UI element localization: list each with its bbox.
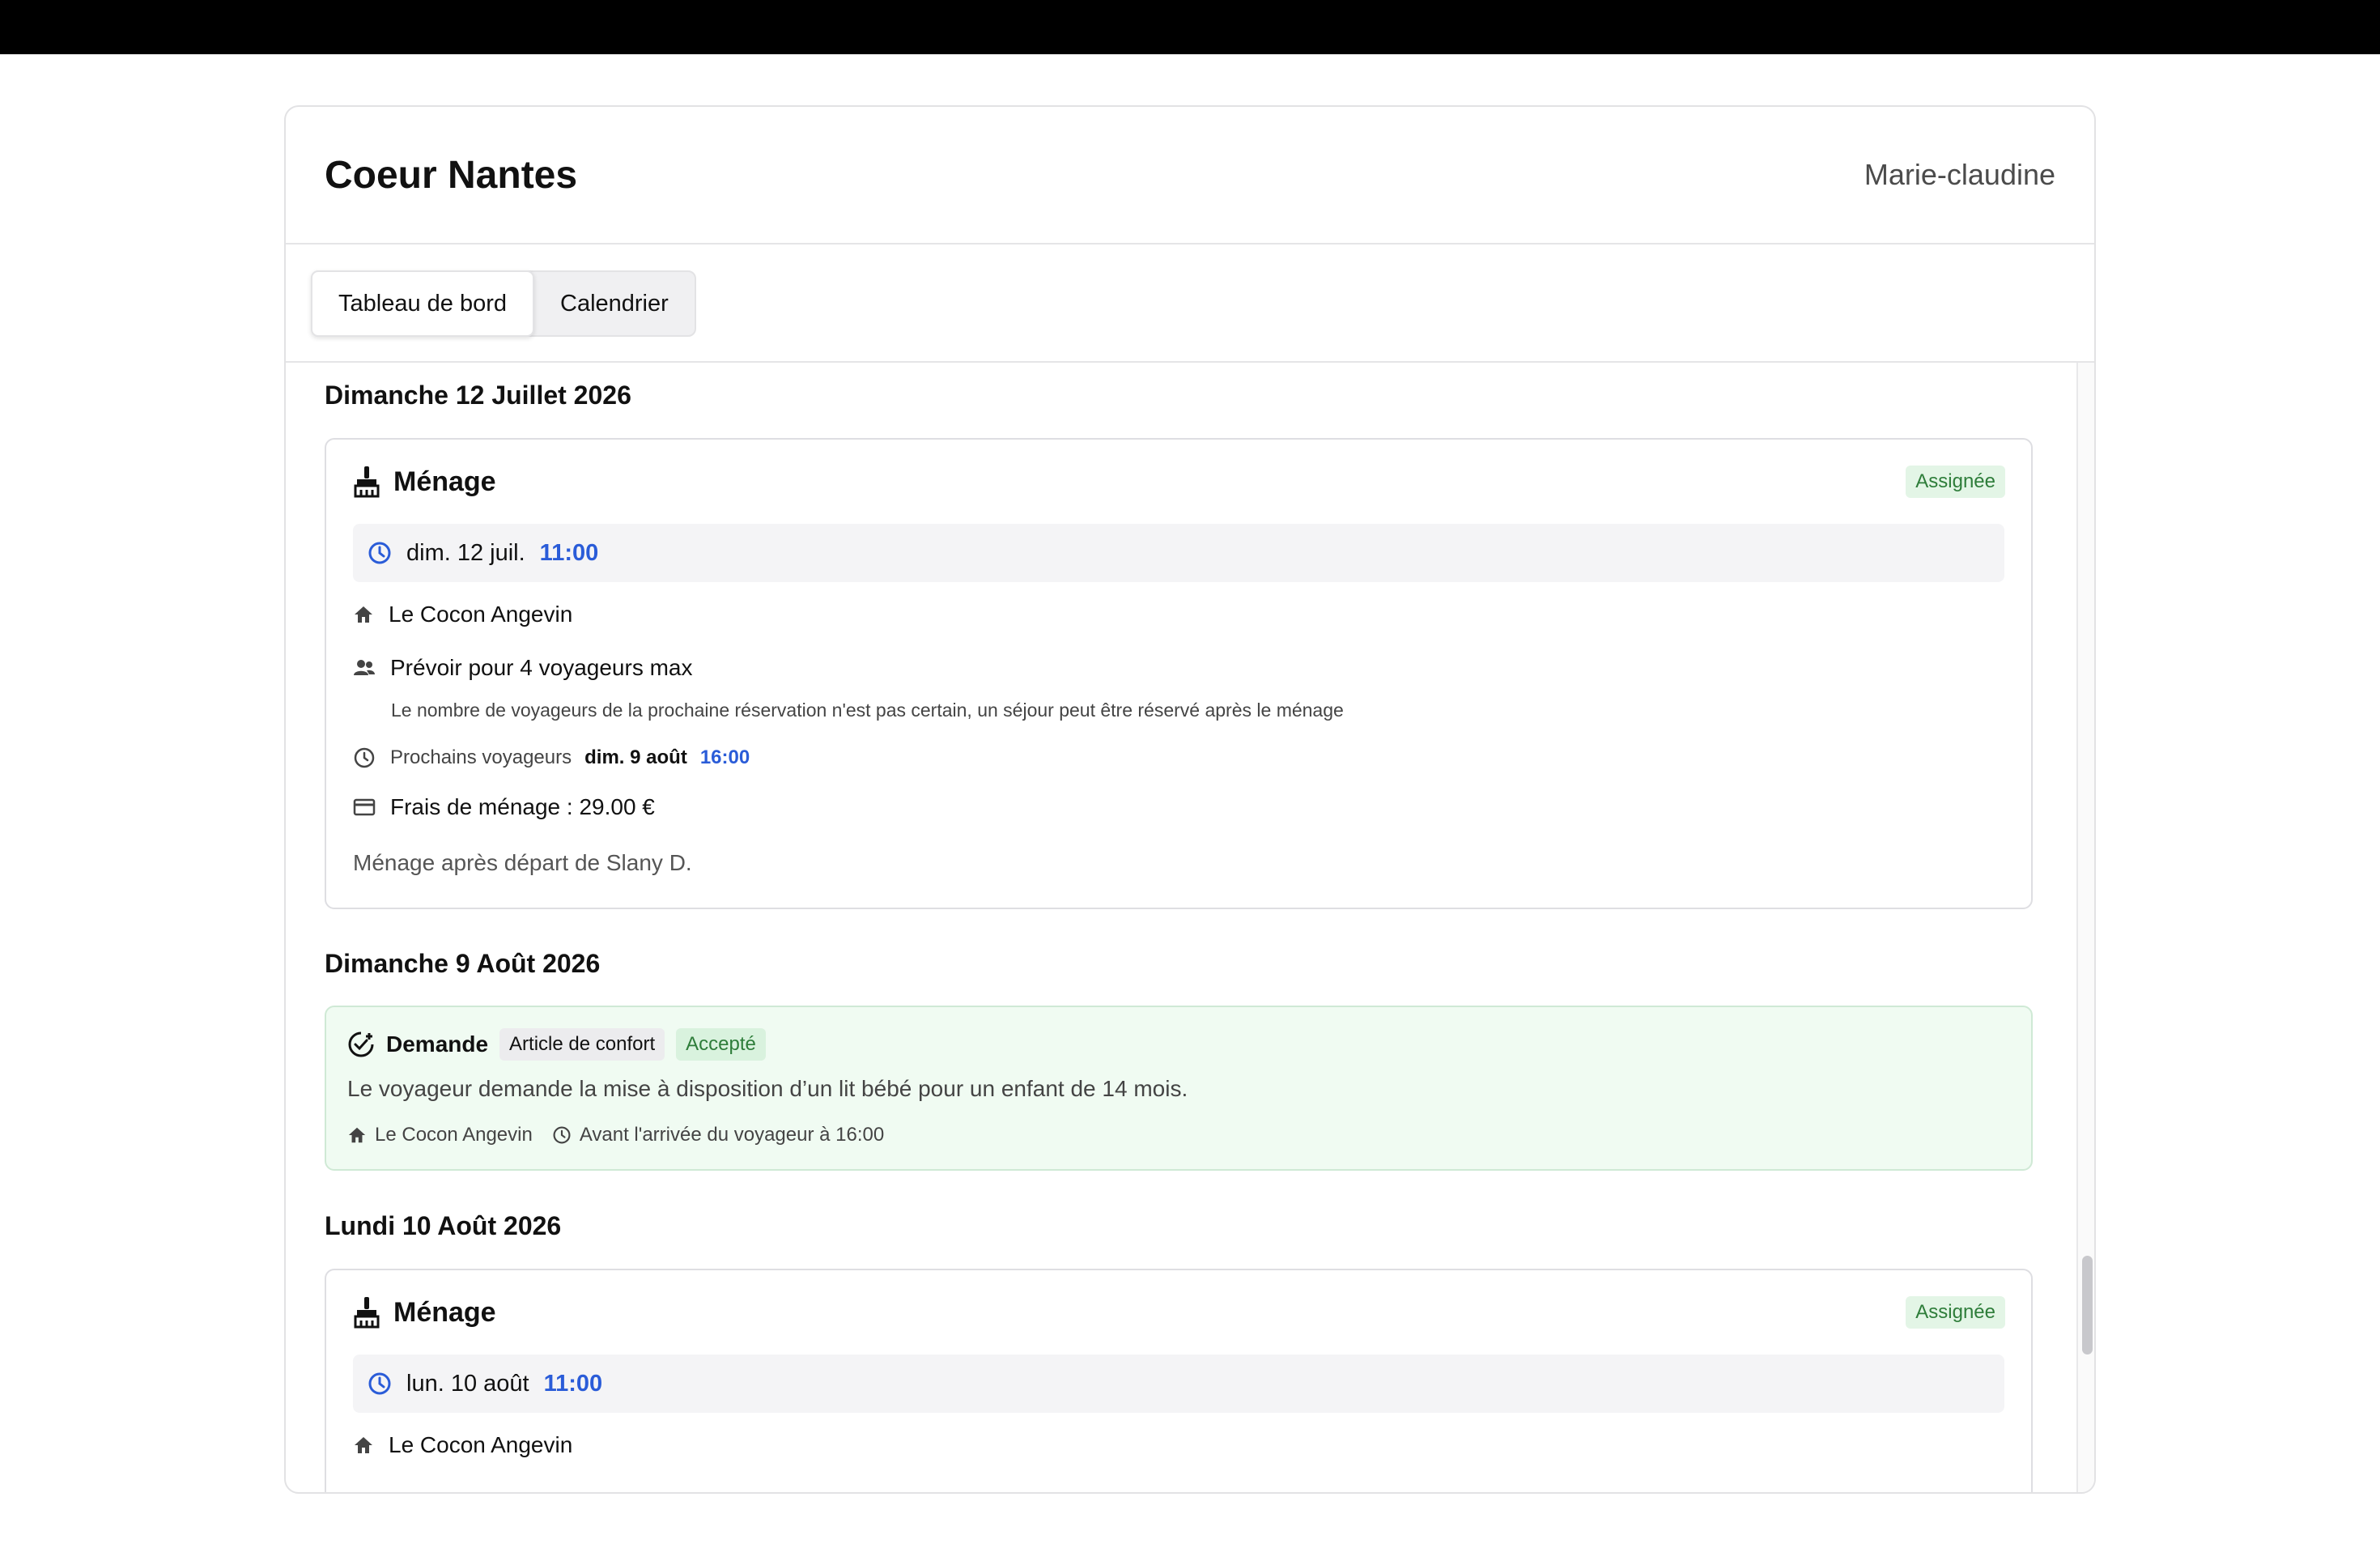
task-date: dim. 12 juil. [406, 539, 525, 566]
request-meta: Le Cocon Angevin Avant l'arrivée du voya… [347, 1124, 884, 1146]
scrollbar[interactable] [2076, 363, 2094, 1492]
status-badge: Assignée [1906, 466, 2005, 498]
task-card-cleaning[interactable]: Ménage Assignée dim. 12 juil. 11:00 Le C… [325, 438, 2033, 909]
people-icon [353, 657, 376, 678]
tabs-row: Tableau de bord Calendrier [286, 245, 2094, 363]
request-card[interactable]: Demande Article de confort Accepté Le vo… [325, 1006, 2033, 1171]
home-icon [347, 1125, 367, 1145]
request-title-row: Demande Article de confort Accepté [347, 1028, 766, 1061]
task-time-bar: dim. 12 juil. 11:00 [353, 524, 2004, 582]
property-name[interactable]: Le Cocon Angevin [389, 1432, 572, 1458]
property-line: Le Cocon Angevin [353, 602, 572, 627]
clock-icon [368, 541, 392, 565]
day-heading: Dimanche 12 Juillet 2026 [325, 381, 631, 410]
task-note: Ménage après départ de Slany D. [353, 850, 692, 875]
clock-icon [368, 1372, 392, 1396]
task-title: Ménage [393, 466, 496, 497]
task-date: lun. 10 août [406, 1370, 529, 1397]
brand-title: Coeur Nantes [325, 153, 578, 197]
dashboard-content[interactable]: Dimanche 12 Juillet 2026 Ménage Assignée [286, 363, 2080, 1492]
request-text: Le voyageur demande la mise à dispositio… [347, 1076, 1188, 1101]
clock-icon [353, 746, 376, 769]
property-name[interactable]: Le Cocon Angevin [389, 602, 572, 627]
guests-line: Prévoir pour 4 voyageurs max [353, 655, 693, 681]
broom-icon [353, 466, 380, 498]
badge-check-icon [347, 1031, 375, 1058]
user-name[interactable]: Marie-claudine [1864, 158, 2055, 192]
task-title-row: Ménage [353, 466, 496, 498]
next-guests-date: dim. 9 août [584, 746, 687, 768]
broom-icon [353, 1296, 380, 1329]
app-panel: Coeur Nantes Marie-claudine Tableau de b… [284, 105, 2096, 1494]
scrollbar-thumb[interactable] [2082, 1256, 2093, 1354]
cleaning-fee: Frais de ménage : 29.00 € [390, 794, 655, 819]
home-icon [353, 1435, 374, 1456]
fee-line: Frais de ménage : 29.00 € [353, 794, 655, 820]
card-icon [353, 797, 376, 817]
task-time: 11:00 [539, 539, 599, 566]
request-category: Article de confort [499, 1028, 665, 1061]
home-icon [353, 604, 374, 625]
request-timing: Avant l'arrivée du voyageur à 16:00 [579, 1124, 885, 1146]
request-title: Demande [386, 1031, 489, 1057]
task-card-cleaning[interactable]: Ménage Assignée lun. 10 août 11:00 Le Co… [325, 1269, 2033, 1492]
tab-dashboard[interactable]: Tableau de bord [311, 270, 534, 337]
guests-note: Le nombre de voyageurs de la prochaine r… [391, 700, 1344, 721]
tab-calendar[interactable]: Calendrier [534, 272, 695, 335]
guests-capacity: Prévoir pour 4 voyageurs max [390, 655, 693, 680]
task-title: Ménage [393, 1296, 496, 1328]
top-black-bar [0, 0, 2380, 54]
header: Coeur Nantes Marie-claudine [286, 107, 2094, 245]
next-guests-label: Prochains voyageurs [390, 746, 572, 768]
day-heading: Lundi 10 Août 2026 [325, 1211, 562, 1240]
clock-icon [552, 1125, 572, 1145]
request-property[interactable]: Le Cocon Angevin [375, 1124, 533, 1146]
task-time: 11:00 [543, 1370, 603, 1397]
task-time-bar: lun. 10 août 11:00 [353, 1354, 2004, 1413]
next-guests-line: Prochains voyageurs dim. 9 août 16:00 [353, 746, 750, 769]
next-guests-time: 16:00 [699, 746, 750, 768]
task-title-row: Ménage [353, 1296, 496, 1329]
tab-list: Tableau de bord Calendrier [311, 270, 696, 337]
status-badge: Assignée [1906, 1296, 2005, 1329]
day-heading: Dimanche 9 Août 2026 [325, 949, 601, 978]
request-status: Accepté [676, 1028, 766, 1061]
property-line: Le Cocon Angevin [353, 1432, 572, 1458]
